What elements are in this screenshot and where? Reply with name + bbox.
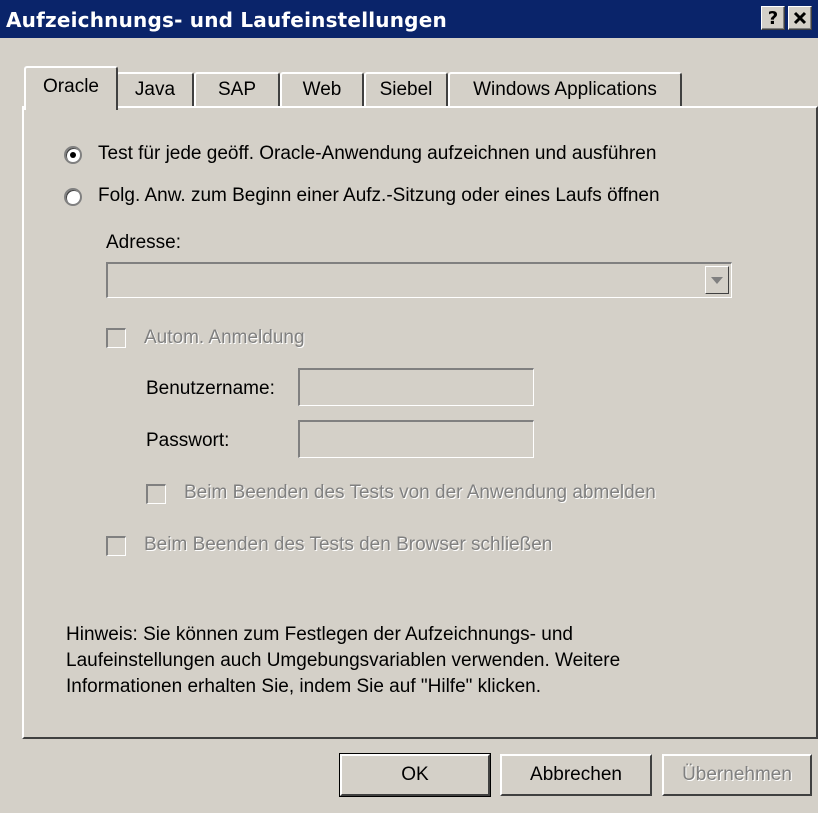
ok-button[interactable]: OK bbox=[339, 753, 491, 797]
close-browser-checkbox[interactable] bbox=[106, 536, 126, 556]
hint-line: Hinweis: Sie können zum Festlegen der Au… bbox=[66, 624, 573, 645]
username-label: Benutzername: bbox=[146, 378, 275, 399]
record-all-radio[interactable] bbox=[64, 146, 82, 164]
password-field[interactable] bbox=[298, 420, 534, 458]
tab-oracle[interactable]: Oracle bbox=[24, 66, 118, 110]
address-dropdown-button[interactable] bbox=[705, 266, 729, 294]
apply-button[interactable]: Übernehmen bbox=[662, 754, 812, 796]
open-app-label[interactable]: Folg. Anw. zum Beginn einer Aufz.-Sitzun… bbox=[98, 185, 660, 207]
tab-web[interactable]: Web bbox=[280, 72, 364, 106]
close-button[interactable] bbox=[788, 6, 812, 30]
auto-login-label[interactable]: Autom. Anmeldung bbox=[144, 327, 305, 349]
open-app-radio[interactable] bbox=[64, 188, 82, 206]
close-icon bbox=[793, 11, 807, 25]
hint-line: Laufeinstellungen auch Umgebungsvariable… bbox=[66, 650, 621, 671]
tab-windows-applications[interactable]: Windows Applications bbox=[448, 72, 682, 106]
hint-text: Hinweis: Sie können zum Festlegen der Au… bbox=[66, 622, 756, 700]
password-label: Passwort: bbox=[146, 430, 230, 451]
record-all-label[interactable]: Test für jede geöff. Oracle-Anwendung au… bbox=[98, 143, 656, 165]
chevron-down-icon bbox=[711, 277, 723, 284]
close-browser-label[interactable]: Beim Beenden des Tests den Browser schli… bbox=[144, 534, 552, 556]
address-label: Adresse: bbox=[106, 232, 181, 253]
cancel-button[interactable]: Abbrechen bbox=[500, 754, 652, 796]
tab-siebel[interactable]: Siebel bbox=[364, 72, 448, 106]
hint-line: Informationen erhalten Sie, indem Sie au… bbox=[66, 676, 542, 697]
address-combobox[interactable] bbox=[106, 262, 732, 298]
username-field[interactable] bbox=[298, 368, 534, 406]
logout-on-end-label[interactable]: Beim Beenden des Tests von der Anwendung… bbox=[184, 482, 656, 504]
logout-on-end-checkbox[interactable] bbox=[146, 484, 166, 504]
help-button[interactable]: ? bbox=[761, 6, 785, 30]
auto-login-checkbox[interactable] bbox=[106, 328, 126, 348]
window-title: Aufzeichnungs- und Laufeinstellungen bbox=[6, 8, 447, 32]
tab-sap[interactable]: SAP bbox=[194, 72, 280, 106]
title-bar[interactable]: Aufzeichnungs- und Laufeinstellungen ? bbox=[0, 0, 818, 38]
settings-dialog: Aufzeichnungs- und Laufeinstellungen ? O… bbox=[0, 0, 818, 813]
tab-java[interactable]: Java bbox=[116, 72, 194, 106]
